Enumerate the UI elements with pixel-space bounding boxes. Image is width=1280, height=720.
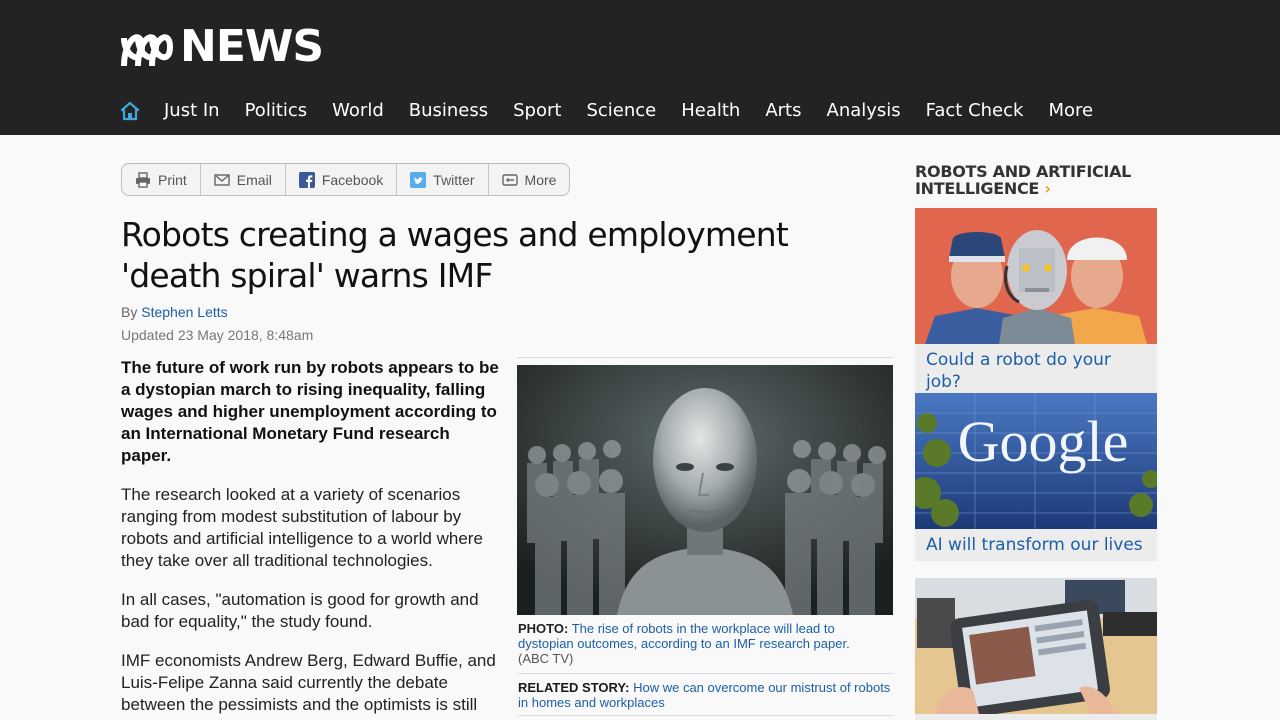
nav-sport[interactable]: Sport — [513, 96, 561, 126]
sidebar-card[interactable]: Google AI will transform our lives — [915, 393, 1157, 561]
nav-business[interactable]: Business — [409, 96, 488, 126]
nav-arts[interactable]: Arts — [765, 96, 801, 126]
nav-fact-check[interactable]: Fact Check — [926, 96, 1024, 126]
email-label: Email — [236, 171, 272, 188]
print-label: Print — [158, 171, 187, 188]
related-story-label: RELATED STORY: — [518, 680, 630, 695]
more-share-button[interactable]: More — [489, 164, 570, 195]
photo-caption: PHOTO: The rise of robots in the workpla… — [518, 621, 893, 666]
share-toolbar: Print Email Facebook Twitter More — [121, 163, 571, 196]
related-story: RELATED STORY: How we can overcome our m… — [517, 673, 893, 716]
google-sign-photo: Google — [915, 393, 1157, 529]
site-header: NEWS Just In Politics World Business Spo… — [0, 0, 1280, 135]
print-button[interactable]: Print — [122, 164, 201, 195]
author-link[interactable]: Stephen Letts — [141, 304, 227, 320]
logo-news-text: NEWS — [180, 21, 324, 72]
byline: By Stephen Letts — [121, 304, 228, 320]
facebook-label: Facebook — [321, 171, 384, 188]
nav-more[interactable]: More — [1048, 96, 1093, 126]
nav-health[interactable]: Health — [681, 96, 740, 126]
sidebar-topic-title[interactable]: ROBOTS AND ARTIFICIAL INTELLIGENCE › — [915, 163, 1157, 197]
nav-just-in[interactable]: Just In — [164, 96, 220, 126]
article-lead: The future of work run by robots appears… — [121, 358, 499, 465]
sidebar-card[interactable] — [915, 578, 1157, 720]
photo-caption-link[interactable]: The rise of robots in the workplace will… — [518, 621, 850, 651]
robot-army-photo[interactable] — [517, 365, 893, 615]
facebook-icon — [298, 171, 315, 188]
photo-label: PHOTO: — [518, 621, 569, 636]
abc-logo-icon — [121, 34, 174, 67]
article-paragraph: In all cases, "automation is good for gr… — [121, 590, 479, 631]
envelope-icon — [214, 173, 230, 186]
article-body: The future of work run by robots appears… — [121, 357, 503, 720]
photo-credit: (ABC TV) — [518, 651, 574, 666]
sidebar-card-label — [915, 714, 1157, 720]
twitter-button[interactable]: Twitter — [397, 164, 489, 195]
article-paragraph: IMF economists Andrew Berg, Edward Buffi… — [121, 651, 496, 720]
share-more-icon — [501, 173, 518, 186]
nav-world[interactable]: World — [332, 96, 384, 126]
sidebar-title-text: ROBOTS AND ARTIFICIAL INTELLIGENCE — [915, 162, 1132, 198]
abc-news-logo[interactable]: NEWS — [119, 21, 324, 72]
home-icon[interactable] — [120, 101, 140, 121]
nav-science[interactable]: Science — [586, 96, 656, 126]
sidebar-card-label: AI will transform our lives — [926, 535, 1143, 555]
article-paragraph: The research looked at a variety of scen… — [121, 485, 483, 570]
sidebar-card[interactable]: Could a robot do your job? — [915, 208, 1157, 398]
more-share-label: More — [524, 171, 557, 188]
twitter-icon — [410, 171, 427, 188]
figure-divider — [517, 357, 893, 358]
email-button[interactable]: Email — [201, 164, 286, 195]
tablet-photo — [915, 578, 1157, 714]
nav-analysis[interactable]: Analysis — [827, 96, 901, 126]
nav-politics[interactable]: Politics — [245, 96, 308, 126]
twitter-label: Twitter — [433, 171, 475, 188]
facebook-button[interactable]: Facebook — [286, 164, 398, 195]
chevron-right-icon: › — [1044, 179, 1051, 198]
article-headline: Robots creating a wages and employment '… — [121, 215, 789, 295]
updated-timestamp: Updated 23 May 2018, 8:48am — [121, 327, 314, 343]
robot-workers-illustration — [915, 208, 1157, 344]
main-nav: Just In Politics World Business Sport Sc… — [120, 96, 1118, 126]
sidebar-card-label: Could a robot do your job? — [926, 350, 1111, 392]
google-sign-text: Google — [958, 409, 1129, 474]
printer-icon — [136, 171, 150, 188]
byline-prefix: By — [121, 304, 138, 320]
